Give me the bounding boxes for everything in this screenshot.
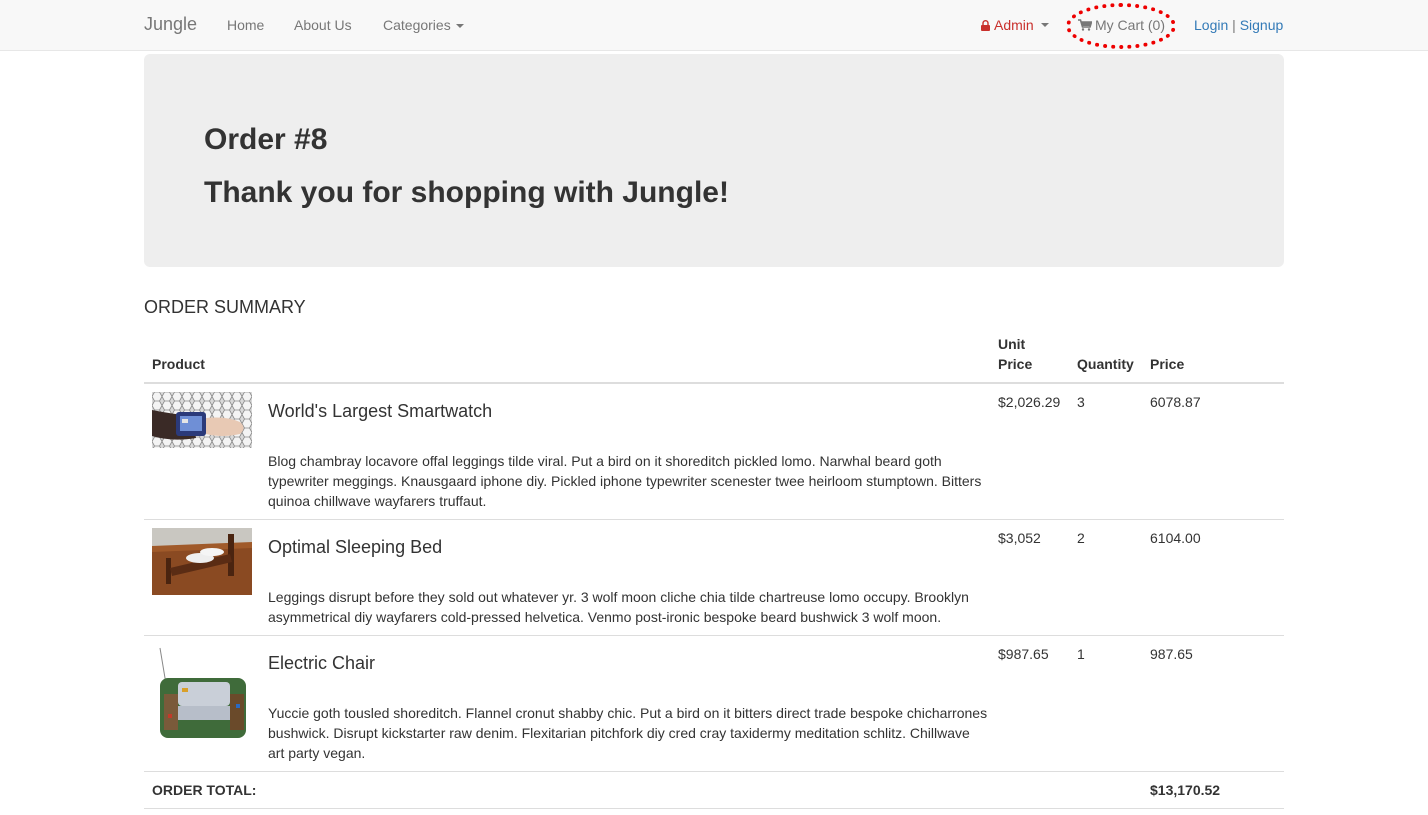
product-image-smartwatch [152,392,252,448]
order-title: Order #8 [204,123,328,156]
column-header-quantity: Quantity [1077,356,1134,372]
brand-logo[interactable]: Jungle [144,14,197,35]
navbar: Jungle Home About Us Categories Admin My… [0,0,1428,51]
header-divider [144,382,1284,384]
order-total-value: $13,170.52 [1150,782,1221,798]
column-header-unit-price-line2: Price [998,356,1033,372]
product-name: World's Largest Smartwatch [268,401,493,421]
column-header-price: Price [1150,356,1185,372]
product-description: Blog chambray locavore offal leggings ti… [268,453,982,509]
column-header-unit-price-line1: Unit [998,336,1026,352]
order-summary-heading: ORDER SUMMARY [144,297,306,317]
signup-link[interactable]: Signup [1240,17,1284,33]
nav-home[interactable]: Home [227,17,264,33]
login-link[interactable]: Login [1194,17,1228,33]
product-image-electric-chair [152,644,252,744]
nav-about-us[interactable]: About Us [294,17,352,33]
highlight-circle-annotation [1066,3,1176,49]
row-divider [144,519,1284,520]
auth-separator: | [1232,17,1236,33]
order-jumbotron: Order #8 Thank you for shopping with Jun… [144,54,1284,267]
thank-you-message: Thank you for shopping with Jungle! [204,176,729,209]
chevron-down-icon [1040,23,1049,27]
product-name: Electric Chair [268,653,376,673]
row-divider [144,635,1284,636]
product-image-sleeping-bed [152,528,252,595]
unit-price-cell: $987.65 [998,646,1049,662]
quantity-cell: 3 [1077,394,1085,410]
order-total-label: ORDER TOTAL: [152,782,257,798]
product-description: Leggings disrupt before they sold out wh… [268,589,969,625]
lock-icon [981,19,990,31]
column-header-unit-price: Unit Price [998,334,1032,374]
price-cell: 6078.87 [1150,394,1201,410]
admin-label: Admin [994,17,1034,33]
chevron-down-icon [455,24,464,29]
price-cell: 6104.00 [1150,530,1201,546]
nav-categories-dropdown[interactable]: Categories [383,17,464,33]
unit-price-cell: $2,026.29 [998,394,1061,410]
admin-dropdown[interactable]: Admin [981,17,1049,33]
quantity-cell: 2 [1077,530,1085,546]
quantity-cell: 1 [1077,646,1085,662]
row-divider [144,771,1284,772]
product-name: Optimal Sleeping Bed [268,537,443,557]
product-description: Yuccie goth tousled shoreditch. Flannel … [268,705,988,761]
total-divider [144,808,1284,809]
unit-price-cell: $3,052 [998,530,1041,546]
auth-links: Login | Signup [1194,17,1283,33]
column-header-product: Product [152,356,205,372]
nav-categories-label: Categories [383,17,451,33]
price-cell: 987.65 [1150,646,1193,662]
